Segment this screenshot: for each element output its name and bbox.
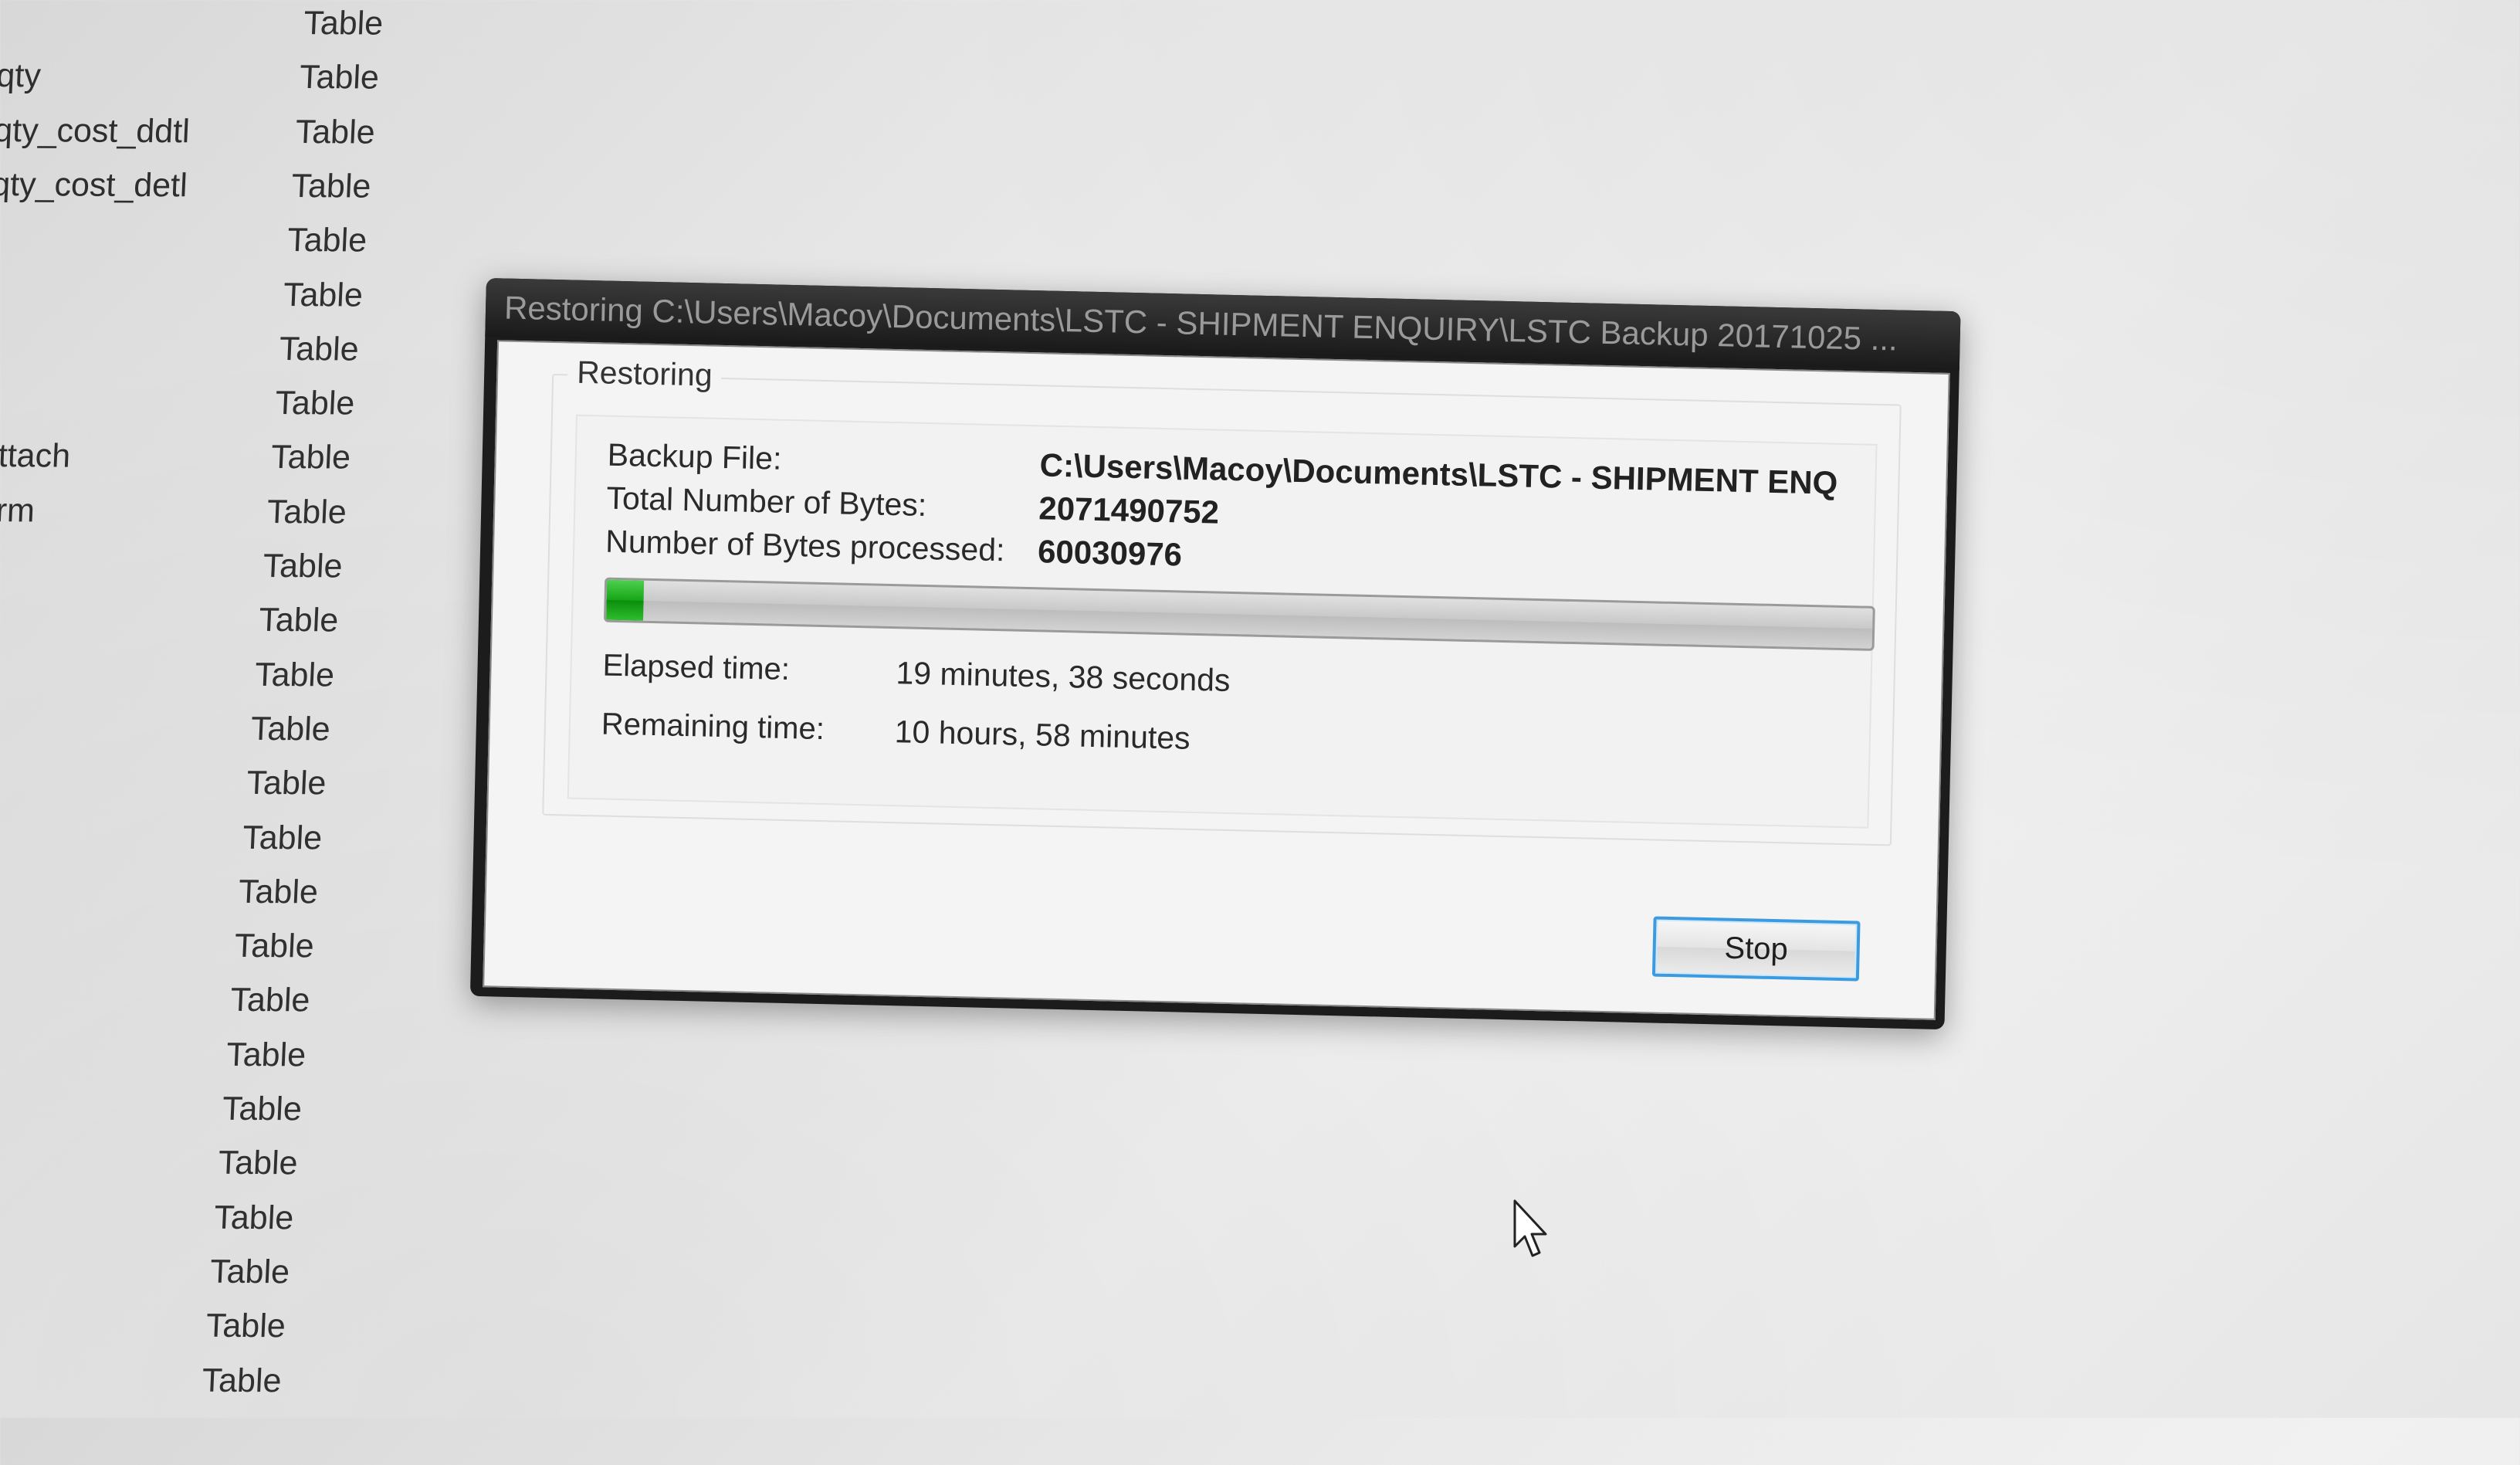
object-name: qty_cost_ddtl xyxy=(0,111,191,150)
object-type: Table xyxy=(254,656,336,694)
object-list-row[interactable]: Table xyxy=(0,1352,404,1409)
object-list-row[interactable]: Table xyxy=(0,1081,415,1138)
object-list-row[interactable]: Table xyxy=(0,701,432,758)
object-type: Table xyxy=(294,113,376,151)
object-list-row[interactable]: Table xyxy=(0,755,430,812)
backup-file-label: Backup File: xyxy=(607,436,782,476)
object-type: Table xyxy=(262,547,344,585)
object-type: Table xyxy=(201,1362,283,1399)
object-list-row[interactable]: Table xyxy=(0,1027,418,1083)
object-list-row[interactable]: Table xyxy=(0,375,446,432)
object-list-row[interactable]: Table xyxy=(0,1190,411,1246)
object-list-row[interactable]: qty Table xyxy=(0,49,461,106)
object-type: Table xyxy=(246,765,327,802)
object-list-row[interactable]: Table xyxy=(0,266,452,323)
object-list: Table qty Table qty_cost_ddtl Table qty_cost_… xyxy=(0,0,463,1465)
elapsed-time-label: Elapsed time: xyxy=(602,648,791,687)
object-type: Table xyxy=(213,1199,295,1236)
total-bytes-value: 2071490752 xyxy=(1038,490,1220,531)
object-type: Table xyxy=(258,602,340,639)
object-list-row[interactable]: Table xyxy=(0,321,449,378)
object-type: Table xyxy=(217,1145,299,1182)
elapsed-time-value: 19 minutes, 38 seconds xyxy=(896,655,1231,698)
details-panel: Backup File: C:\Users\Macoy\Documents\LS… xyxy=(567,414,1878,829)
object-type: Table xyxy=(209,1253,291,1291)
object-list-row[interactable]: Table xyxy=(0,538,439,595)
object-name: orm xyxy=(0,491,36,530)
object-list-row[interactable]: qty_cost_ddtl Table xyxy=(0,104,459,161)
object-name: qty xyxy=(0,57,42,95)
object-list-row[interactable]: Table xyxy=(0,647,435,704)
processed-bytes-label: Number of Bytes processed: xyxy=(605,523,1005,568)
object-list-row[interactable]: Table xyxy=(0,212,454,269)
object-list-row[interactable]: Table xyxy=(0,1244,408,1301)
remaining-time-value: 10 hours, 58 minutes xyxy=(894,714,1191,756)
object-type: Table xyxy=(222,1090,303,1128)
restore-progress-fill xyxy=(605,579,644,621)
object-list-row[interactable]: Table xyxy=(0,864,425,921)
stop-button[interactable]: Stop xyxy=(1651,916,1861,982)
object-list-row[interactable]: qty_cost_detl Table xyxy=(0,158,456,215)
object-list-row[interactable]: Table xyxy=(0,918,423,975)
object-type: Table xyxy=(299,59,380,97)
processed-bytes-value: 60030976 xyxy=(1037,533,1183,573)
object-name: attach xyxy=(0,437,72,475)
object-list-row[interactable]: orm Table xyxy=(0,484,442,541)
object-type: Table xyxy=(270,439,352,476)
object-type: Table xyxy=(233,927,315,965)
object-type: Table xyxy=(249,710,331,748)
remaining-time-label: Remaining time: xyxy=(601,707,825,747)
object-type: Table xyxy=(303,5,384,42)
object-type: Table xyxy=(242,819,323,856)
object-type: Table xyxy=(205,1307,286,1345)
object-list-row[interactable]: attach Table xyxy=(0,429,444,486)
object-type: Table xyxy=(283,276,364,314)
object-type: Table xyxy=(225,1036,307,1074)
object-type: Table xyxy=(278,330,360,368)
object-list-row[interactable]: Table xyxy=(0,0,463,52)
restore-progress-bar xyxy=(603,577,1875,651)
object-type: Table xyxy=(266,493,347,531)
object-type: Table xyxy=(238,873,319,911)
object-list-row[interactable]: Table xyxy=(0,1135,413,1192)
object-list-row[interactable]: Table xyxy=(0,592,437,649)
object-type: Table xyxy=(229,982,311,1019)
object-list-row[interactable]: Table xyxy=(0,1298,406,1355)
dialog-body: Restoring Backup File: C:\Users\Macoy\Do… xyxy=(483,340,1950,1020)
object-type: Table xyxy=(274,385,356,422)
object-name: qty_cost_detl xyxy=(0,165,188,205)
object-type: Table xyxy=(286,222,368,259)
restoring-group: Restoring Backup File: C:\Users\Macoy\Do… xyxy=(542,354,1902,846)
object-type: Table xyxy=(290,167,372,205)
object-list-row[interactable]: Table xyxy=(0,972,421,1029)
total-bytes-label: Total Number of Bytes: xyxy=(606,480,927,524)
object-list-row[interactable]: Table xyxy=(0,809,428,866)
restore-dialog: Restoring C:\Users\Macoy\Documents\LSTC … xyxy=(469,278,1961,1030)
group-caption: Restoring xyxy=(567,354,723,394)
mouse-pointer-icon xyxy=(1513,1199,1547,1257)
